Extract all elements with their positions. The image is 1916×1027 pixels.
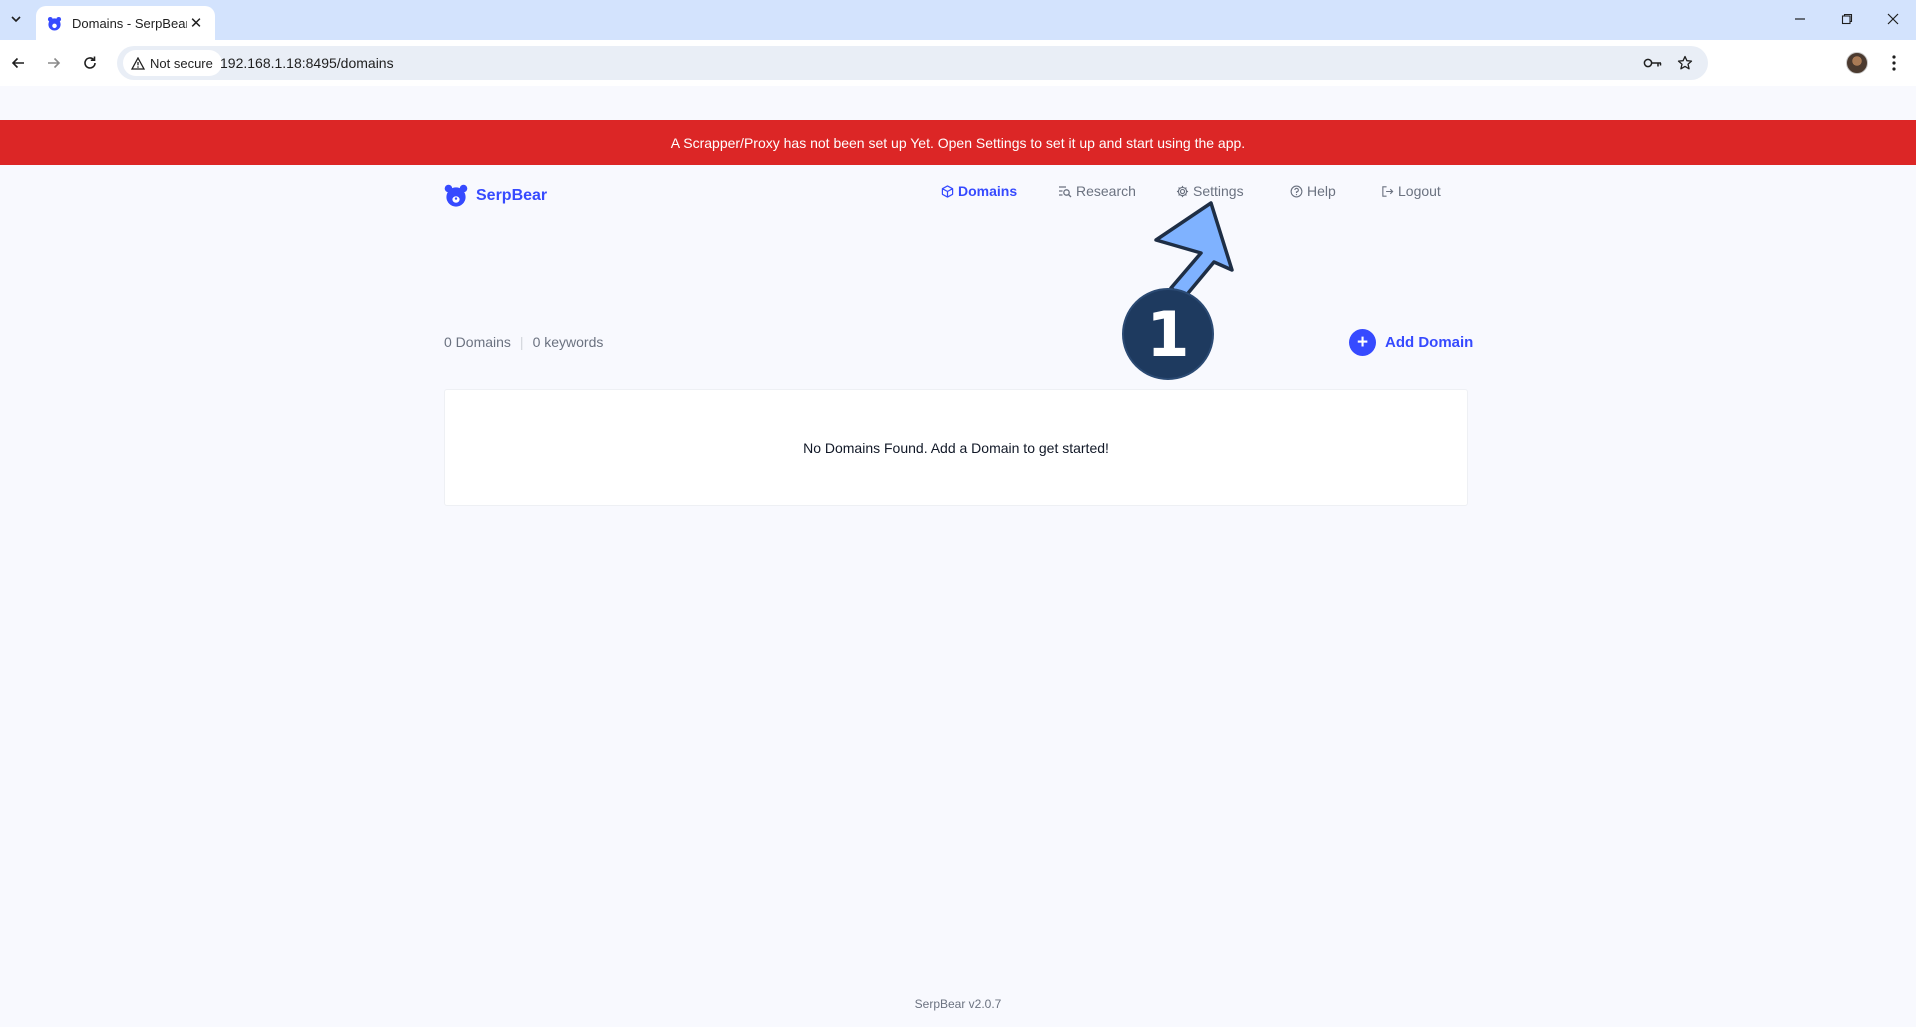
brand-name: SerpBear [476,186,548,204]
security-label: Not secure [150,55,213,71]
version-text: SerpBear v2.0.7 [914,997,1002,1011]
browser-tab-strip: Domains - SerpBear ✕ [0,0,1916,40]
empty-state-text: No Domains Found. Add a Domain to get st… [803,439,1109,456]
count-divider: | [519,334,524,350]
profile-avatar[interactable] [1846,52,1868,74]
forward-icon[interactable] [41,50,67,76]
url-text[interactable]: 192.168.1.18:8495/domains [220,55,394,71]
add-domain-button[interactable]: + Add Domain [1349,329,1473,356]
browser-menu-icon[interactable] [1883,52,1905,74]
domains-icon [941,184,954,198]
tab-close-icon[interactable]: ✕ [187,14,205,32]
nav-research-label: Research [1076,183,1136,199]
research-icon [1059,185,1072,197]
back-icon[interactable] [5,50,31,76]
domain-count: 0 Domains [444,334,511,350]
scraper-warning-banner: A Scrapper/Proxy has not been set up Yet… [0,120,1916,165]
domain-keyword-counts: 0 Domains | 0 keywords [444,334,603,350]
restore-icon[interactable] [1836,8,1858,30]
tab-title: Domains - SerpBear [72,15,187,31]
address-bar[interactable]: Not secure 192.168.1.18:8495/domains [117,46,1708,80]
tab-search-chevron-icon[interactable] [5,8,27,30]
annotation-arrow-icon [1154,201,1234,300]
bookmark-star-icon[interactable] [1673,51,1697,75]
serpbear-favicon-icon [46,15,62,31]
nav-research[interactable]: Research [1058,180,1136,202]
nav-logout-label: Logout [1398,183,1441,199]
help-icon [1290,185,1303,197]
reload-icon[interactable] [77,50,103,76]
warning-icon [131,56,145,70]
annotation-step-number: 1 [1146,297,1190,371]
nav-logout[interactable]: Logout [1381,180,1441,202]
nav-domains[interactable]: Domains [941,180,1017,202]
add-domain-label: Add Domain [1385,334,1474,351]
nav-help-label: Help [1307,183,1336,199]
window-close-icon[interactable] [1882,8,1904,30]
brand-logo[interactable]: SerpBear [444,184,547,207]
nav-domains-label: Domains [958,183,1018,199]
app-version-footer: SerpBear v2.0.7 [0,997,1916,1011]
password-key-icon[interactable] [1641,51,1665,75]
gear-icon [1176,185,1189,197]
logout-icon [1382,185,1394,197]
bear-logo-icon [444,184,468,207]
minimize-icon[interactable] [1789,8,1811,30]
keyword-count: 0 keywords [532,334,604,350]
browser-tab[interactable]: Domains - SerpBear ✕ [36,6,215,40]
plus-icon: + [1349,329,1376,356]
nav-settings-label: Settings [1193,183,1244,199]
nav-help[interactable]: Help [1290,180,1336,202]
annotation-step-badge: 1 [1122,288,1214,380]
security-chip[interactable]: Not secure [123,50,222,76]
alert-text: A Scrapper/Proxy has not been set up Yet… [670,134,1246,151]
domains-empty-state: No Domains Found. Add a Domain to get st… [444,389,1468,506]
